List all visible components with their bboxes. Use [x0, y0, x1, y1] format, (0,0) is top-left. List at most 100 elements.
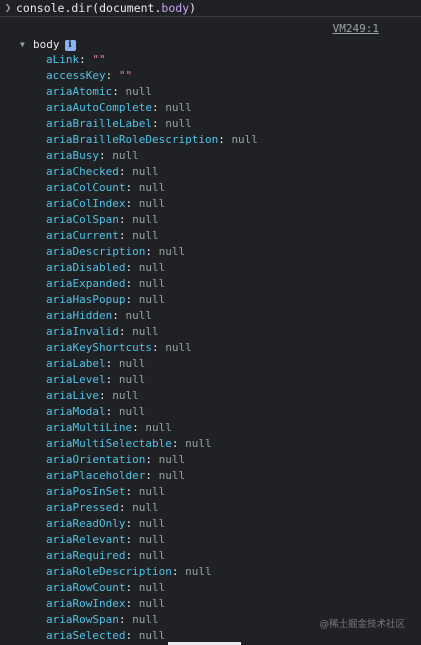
property-value: null	[138, 581, 166, 594]
property-separator: :	[105, 69, 119, 82]
property-separator: :	[125, 261, 139, 274]
property-key: ariaRequired	[46, 549, 126, 562]
property-separator: :	[151, 101, 166, 114]
property-key: ariaLabel	[46, 357, 106, 370]
property-value: null	[185, 565, 212, 578]
property-row[interactable]: ariaPressed: null	[46, 500, 258, 516]
property-row[interactable]: ariaRowIndex: null	[46, 596, 258, 612]
property-row[interactable]: ariaDescription: null	[46, 244, 258, 260]
property-key: ariaColIndex	[46, 197, 126, 210]
property-key: ariaRowSpan	[46, 613, 119, 626]
property-row[interactable]: ariaInvalid: null	[46, 324, 258, 340]
property-value: null	[112, 389, 139, 402]
property-row[interactable]: ariaCurrent: null	[46, 228, 258, 244]
property-row[interactable]: ariaRowCount: null	[46, 580, 258, 596]
command-close: )	[189, 1, 197, 15]
info-icon[interactable]: i	[64, 39, 76, 51]
property-key: ariaBrailleLabel	[46, 117, 152, 130]
property-row[interactable]: ariaHasPopup: null	[46, 292, 258, 308]
property-value: null	[118, 357, 146, 370]
property-value: null	[165, 101, 192, 114]
property-separator: :	[105, 405, 119, 418]
property-separator: :	[171, 565, 186, 578]
property-row[interactable]: ariaLabel: null	[46, 356, 258, 372]
property-row[interactable]: ariaBrailleRoleDescription: null	[46, 132, 258, 148]
property-row[interactable]: ariaMultiSelectable: null	[46, 436, 258, 452]
property-separator: :	[118, 613, 133, 626]
property-row[interactable]: ariaModal: null	[46, 404, 258, 420]
property-key: accessKey	[46, 69, 106, 82]
property-separator: :	[145, 245, 159, 258]
property-row[interactable]: ariaAtomic: null	[46, 84, 258, 100]
property-separator: :	[125, 533, 139, 546]
property-row[interactable]: ariaKeyShortcuts: null	[46, 340, 258, 356]
property-separator: :	[105, 357, 119, 370]
property-value: null	[158, 453, 186, 466]
property-separator: :	[132, 421, 146, 434]
property-value: null	[118, 373, 146, 386]
property-value: null	[118, 405, 146, 418]
property-row[interactable]: ariaChecked: null	[46, 164, 258, 180]
property-separator: :	[125, 581, 139, 594]
property-key: ariaSelected	[46, 629, 126, 642]
object-root-row[interactable]: ▼ body i	[20, 38, 76, 52]
property-row[interactable]: ariaReadOnly: null	[46, 516, 258, 532]
property-key: ariaCurrent	[46, 229, 119, 242]
property-row[interactable]: ariaColIndex: null	[46, 196, 258, 212]
property-value: null	[158, 469, 186, 482]
property-separator: :	[125, 517, 139, 530]
property-row[interactable]: ariaHidden: null	[46, 308, 258, 324]
console-command: console.dir(document.body)	[16, 0, 196, 16]
property-separator: :	[125, 277, 139, 290]
property-row[interactable]: ariaRowSpan: null	[46, 612, 258, 628]
property-separator: :	[98, 389, 113, 402]
property-value: null	[138, 261, 166, 274]
property-separator: :	[125, 629, 139, 642]
expand-triangle-icon[interactable]: ▼	[20, 38, 29, 52]
property-key: ariaRelevant	[46, 533, 126, 546]
property-row[interactable]: ariaColSpan: null	[46, 212, 258, 228]
property-row[interactable]: aLink: ""	[46, 52, 258, 68]
console-command-line[interactable]: ❯ console.dir(document.body)	[0, 0, 421, 17]
property-row[interactable]: ariaMultiLine: null	[46, 420, 258, 436]
property-key: ariaRoleDescription	[46, 565, 172, 578]
property-key: ariaPosInSet	[46, 485, 126, 498]
property-separator: :	[125, 293, 139, 306]
property-value: null	[165, 117, 192, 130]
property-row[interactable]: ariaDisabled: null	[46, 260, 258, 276]
property-row[interactable]: ariaRelevant: null	[46, 532, 258, 548]
property-value: null	[132, 325, 159, 338]
property-separator: :	[98, 149, 113, 162]
property-row[interactable]: ariaBusy: null	[46, 148, 258, 164]
property-key: ariaPlaceholder	[46, 469, 146, 482]
property-separator: :	[125, 485, 139, 498]
property-row[interactable]: ariaLevel: null	[46, 372, 258, 388]
property-row[interactable]: ariaOrientation: null	[46, 452, 258, 468]
property-value: null	[132, 501, 159, 514]
property-row[interactable]: ariaLive: null	[46, 388, 258, 404]
property-row[interactable]: ariaExpanded: null	[46, 276, 258, 292]
command-open: (document.	[92, 1, 162, 15]
property-row[interactable]: ariaRoleDescription: null	[46, 564, 258, 580]
property-row[interactable]: ariaColCount: null	[46, 180, 258, 196]
property-value: null	[138, 597, 166, 610]
property-separator: :	[145, 469, 159, 482]
property-separator: :	[125, 197, 139, 210]
property-separator: :	[151, 117, 166, 130]
property-row[interactable]: ariaPosInSet: null	[46, 484, 258, 500]
property-row[interactable]: ariaAutoComplete: null	[46, 100, 258, 116]
property-separator: :	[118, 213, 133, 226]
property-row[interactable]: ariaPlaceholder: null	[46, 468, 258, 484]
property-value: null	[165, 341, 192, 354]
property-key: aLink	[46, 53, 80, 66]
property-separator: :	[151, 341, 166, 354]
property-value: null	[125, 85, 152, 98]
property-key: ariaExpanded	[46, 277, 126, 290]
property-row[interactable]: ariaBrailleLabel: null	[46, 116, 258, 132]
property-row[interactable]: accessKey: ""	[46, 68, 258, 84]
property-value: null	[132, 213, 159, 226]
source-link[interactable]: VM249:1	[333, 22, 379, 35]
object-root-label: body	[33, 38, 60, 51]
property-row[interactable]: ariaRequired: null	[46, 548, 258, 564]
property-key: ariaBrailleRoleDescription	[46, 133, 219, 146]
